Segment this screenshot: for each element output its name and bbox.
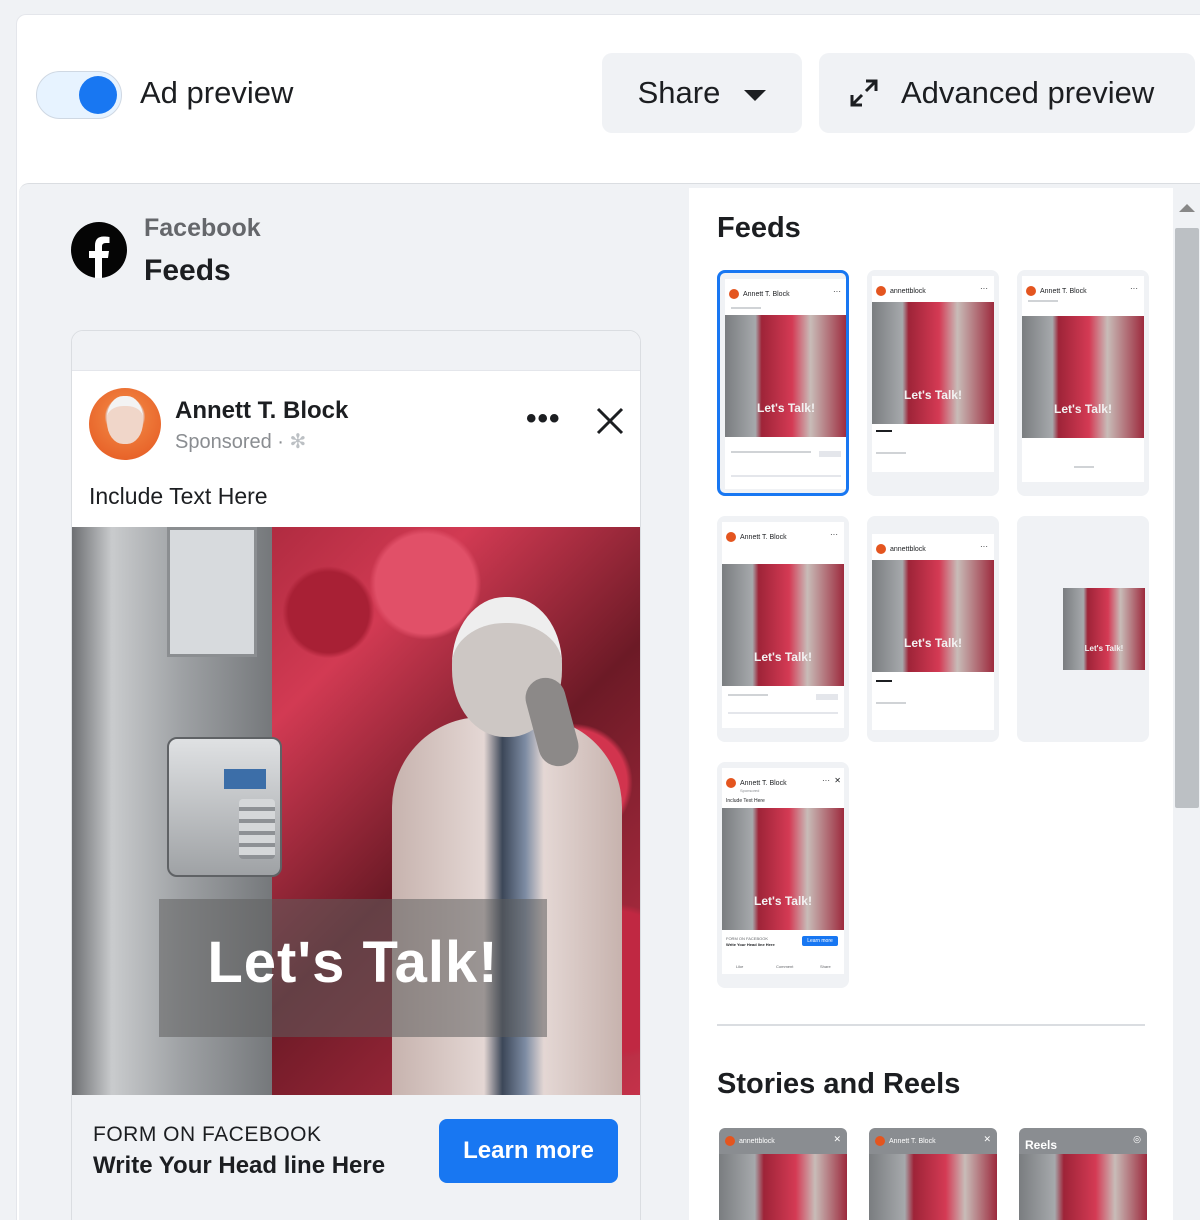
sponsored-text: Sponsored · [175, 431, 290, 453]
placement-thumb-reels[interactable]: Reels ◎ [1019, 1128, 1147, 1220]
ad-preview-toggle[interactable] [36, 71, 122, 119]
placement-thumb-story-1[interactable]: annettblock ✕ [719, 1128, 847, 1220]
placement-thumb-right-column[interactable]: Let's Talk! [1017, 516, 1149, 742]
thumb-image: Let's Talk! [872, 302, 994, 424]
thumb-header: Annett T. Block [729, 289, 790, 299]
placement-name: Feeds [144, 254, 231, 287]
card-top-strip [72, 331, 640, 371]
thumb-sponsored: Sponsored [740, 788, 760, 793]
thumb-author: Annett T. Block [743, 290, 790, 298]
thumb-primary-text: Include Text Here [726, 798, 765, 804]
ad-card: Annett T. Block Sponsored · ✻ ••• Includ… [71, 330, 641, 1220]
placement-thumb-instagram-feed[interactable]: annettblock ··· Let's Talk! [867, 270, 999, 496]
toggle-knob [79, 76, 117, 114]
thumb-header: Annett T. Block [1026, 286, 1087, 296]
avatar [89, 388, 161, 460]
thumb-author: annettblock [890, 545, 926, 553]
thumb-header: Annett T. Block [726, 532, 787, 542]
ad-creative-image: Let's Talk! [72, 527, 640, 1095]
more-dots-icon: ··· [830, 530, 838, 539]
feeds-section-title: Feeds [717, 212, 801, 244]
thumb-overlay: Let's Talk! [754, 894, 812, 908]
story-header: Annett T. Block [875, 1136, 936, 1146]
facebook-logo-icon [71, 222, 127, 278]
thumb-header: annettblock [876, 286, 926, 296]
thumb-overlay: Let's Talk! [1084, 644, 1124, 653]
placement-thumb-facebook-feed-alt[interactable]: Annett T. Block ··· Let's Talk! [1017, 270, 1149, 496]
stories-reels-section-title: Stories and Reels [717, 1068, 961, 1100]
more-dots-icon: ··· [833, 287, 841, 296]
thumb-image: Let's Talk! [722, 808, 844, 930]
story-header: annettblock [725, 1136, 775, 1146]
more-dots-icon: ··· [1130, 284, 1138, 293]
share-button-label: Share [637, 75, 721, 110]
placements-list: Feeds Annett T. Block ··· Let's Talk! an… [689, 188, 1173, 1220]
thumb-image: Let's Talk! [725, 315, 846, 437]
thumb-headline: Write Your Head line Here [726, 942, 775, 947]
placement-thumb-instagram-explore[interactable]: annettblock ··· Let's Talk! [867, 516, 999, 742]
more-dots-icon: ··· [980, 542, 988, 551]
thumb-overlay: Let's Talk! [904, 636, 962, 650]
thumb-form-label: FORM ON FACEBOOK [726, 936, 769, 941]
thumb-author: annettblock [890, 287, 926, 295]
story-author: Annett T. Block [889, 1137, 936, 1145]
ad-preview-label: Ad preview [140, 75, 294, 110]
section-divider [717, 1024, 1145, 1026]
thumb-image: Let's Talk! [872, 560, 994, 672]
thumb-action-comment: Comment [776, 964, 794, 969]
story-author: annettblock [739, 1137, 775, 1145]
share-button[interactable]: Share [602, 53, 802, 133]
placement-thumb-marketplace[interactable]: Annett T. Block ··· Let's Talk! [717, 516, 849, 742]
thumb-author: Annett T. Block [740, 779, 787, 787]
preview-toolbar: Ad preview Share Advanced preview [17, 15, 1200, 183]
more-dots-icon: ··· [980, 284, 988, 293]
selected-placement-preview: Facebook Feeds Annett T. Block Sponsored… [19, 184, 687, 1220]
platform-name: Facebook [144, 214, 261, 242]
gear-icon: ✻ [289, 431, 307, 453]
form-label: FORM ON FACEBOOK [93, 1123, 322, 1146]
caret-down-icon [744, 89, 767, 101]
scrollbar[interactable] [1173, 188, 1200, 1220]
scroll-up-icon[interactable] [1179, 204, 1195, 212]
thumb-overlay: Let's Talk! [904, 388, 962, 402]
creative-overlay-text: Let's Talk! [207, 930, 499, 995]
advanced-preview-button[interactable]: Advanced preview [819, 53, 1195, 133]
thumb-cta: Learn more [802, 936, 838, 946]
scroll-thumb[interactable] [1175, 228, 1199, 808]
placement-thumb-facebook-feed[interactable]: Annett T. Block ··· Let's Talk! [717, 270, 849, 496]
close-icon: ✕ [983, 1134, 991, 1144]
sponsored-label: Sponsored · ✻ [175, 429, 306, 454]
thumb-author: Annett T. Block [740, 533, 787, 541]
close-icon: ✕ [833, 1134, 841, 1144]
thumb-action-share: Share [820, 964, 831, 969]
advanced-preview-label: Advanced preview [901, 75, 1155, 110]
thumb-image: Let's Talk! [722, 564, 844, 686]
primary-text: Include Text Here [89, 483, 268, 509]
ad-headline: Write Your Head line Here [93, 1152, 386, 1179]
expand-arrows-icon [850, 79, 878, 107]
thumb-author: Annett T. Block [1040, 287, 1087, 295]
more-dots-icon: ··· [822, 776, 830, 785]
learn-more-button[interactable]: Learn more [439, 1119, 618, 1183]
thumb-header: Annett T. Block [726, 778, 787, 788]
thumb-overlay: Let's Talk! [754, 650, 812, 664]
preview-area: Facebook Feeds Annett T. Block Sponsored… [19, 183, 1200, 1220]
thumb-overlay: Let's Talk! [757, 401, 815, 415]
more-dots-icon[interactable]: ••• [526, 404, 561, 434]
close-icon[interactable] [594, 405, 626, 437]
thumb-overlay: Let's Talk! [1054, 402, 1112, 416]
placement-thumb-story-2[interactable]: Annett T. Block ✕ [869, 1128, 997, 1220]
placement-thumb-feed-expanded[interactable]: Annett T. Block ··· ✕ Sponsored Include … [717, 762, 849, 988]
thumb-image: Let's Talk! [1022, 316, 1144, 438]
author-name: Annett T. Block [175, 397, 349, 424]
reels-label: Reels [1025, 1138, 1058, 1152]
cta-footer: FORM ON FACEBOOK Write Your Head line He… [72, 1095, 640, 1220]
camera-icon: ◎ [1133, 1134, 1141, 1144]
thumb-image: Let's Talk! [1063, 588, 1145, 670]
ad-preview-panel: Ad preview Share Advanced preview Facebo… [16, 14, 1200, 1220]
thumb-header: annettblock [876, 544, 926, 554]
thumb-action-like: Like [736, 964, 744, 969]
close-icon: ✕ [834, 776, 841, 785]
